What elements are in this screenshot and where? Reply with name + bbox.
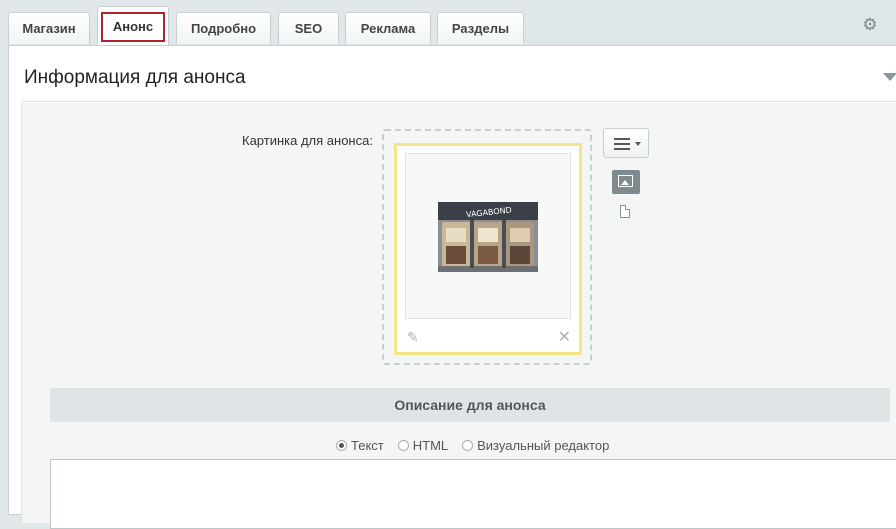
picture-frame: VAGABOND ✎ ✕: [394, 143, 582, 355]
section-title: Информация для анонса: [24, 67, 246, 88]
radio-label: Текст: [351, 437, 384, 453]
picture-drop-zone[interactable]: VAGABOND ✎ ✕: [382, 129, 592, 365]
close-icon[interactable]: ✕: [558, 327, 571, 347]
radio-label: Визуальный редактор: [477, 437, 610, 453]
gear-icon[interactable]: ⚙: [862, 16, 878, 33]
section-content: Картинка для анонса: VAGABOND ✎ ✕ Описан…: [21, 103, 896, 529]
radio-visual-editor[interactable]: Визуальный редактор: [462, 438, 609, 453]
tab-panel: Информация для анонса Картинка для анонс…: [8, 45, 896, 529]
chevron-down-icon: [635, 142, 641, 146]
description-textarea[interactable]: [50, 459, 896, 529]
radio-button[interactable]: [336, 439, 347, 451]
pencil-icon[interactable]: ✎: [407, 329, 419, 346]
radio-button[interactable]: [462, 439, 474, 451]
image-icon: [618, 175, 633, 187]
description-mode-switch: Текст HTML Визуальный редактор: [336, 436, 623, 454]
description-header: Описание для анонса: [50, 388, 890, 422]
picture-label: Картинка для анонса:: [242, 133, 373, 148]
radio-label: HTML: [412, 437, 449, 453]
collapse-arrow-icon[interactable]: [883, 73, 896, 81]
tab-seo[interactable]: SEO: [278, 12, 339, 44]
radio-text[interactable]: Текст: [336, 438, 384, 453]
radio-button[interactable]: [397, 439, 409, 451]
announce-picture-thumbnail[interactable]: VAGABOND: [438, 202, 538, 272]
section-header[interactable]: Информация для анонса: [21, 54, 896, 102]
radio-html[interactable]: HTML: [397, 437, 449, 453]
tab-shop[interactable]: Магазин: [8, 12, 90, 44]
file-icon[interactable]: [620, 205, 630, 218]
tab-sections[interactable]: Разделы: [437, 12, 524, 44]
tab-announce[interactable]: Анонс: [97, 6, 169, 46]
image-mode-button[interactable]: [612, 170, 640, 194]
tab-ads[interactable]: Реклама: [345, 12, 431, 44]
tab-details[interactable]: Подробно: [176, 12, 271, 44]
picture-preview: VAGABOND: [405, 153, 571, 319]
menu-icon: [614, 138, 630, 153]
picture-menu-button[interactable]: [603, 128, 649, 158]
tab-bar: Магазин Анонс Подробно SEO Реклама Разде…: [0, 0, 896, 50]
